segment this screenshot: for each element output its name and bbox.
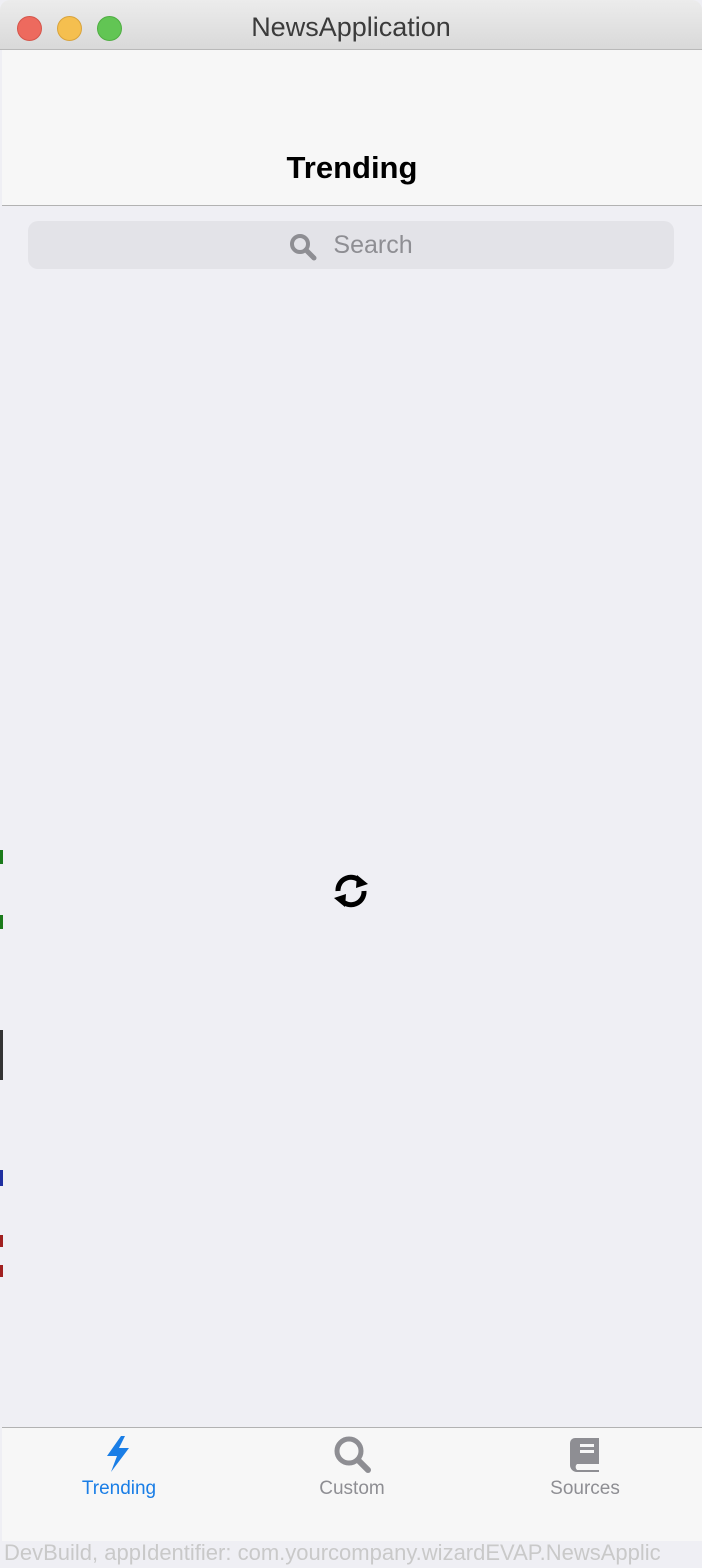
window-titlebar[interactable]: NewsApplication: [0, 0, 702, 50]
app-window: NewsApplication Trending Search Trending: [0, 0, 702, 1568]
edge-artifact: [0, 1265, 3, 1277]
search-icon: [334, 1436, 371, 1473]
tab-bar: Trending Custom Sources: [2, 1427, 702, 1541]
book-icon: [570, 1438, 599, 1472]
window-title: NewsApplication: [251, 12, 451, 42]
edge-artifact: [0, 915, 3, 929]
devbuild-watermark: DevBuild, appIdentifier: com.yourcompany…: [4, 1540, 661, 1565]
tab-label-trending: Trending: [81, 1478, 157, 1499]
edge-artifact: [0, 850, 3, 864]
tab-label-custom: Custom: [319, 1478, 385, 1499]
tab-label-sources: Sources: [550, 1478, 620, 1499]
tab-trending[interactable]: Trending: [39, 1434, 199, 1500]
edge-artifact: [0, 1235, 3, 1247]
tab-custom[interactable]: Custom: [272, 1434, 432, 1500]
search-field[interactable]: Search: [28, 221, 674, 269]
search-icon: [290, 234, 317, 261]
page-title: Trending: [286, 150, 418, 185]
edge-artifact: [0, 1170, 3, 1186]
edge-artifact: [0, 1030, 3, 1080]
tab-sources[interactable]: Sources: [505, 1434, 665, 1500]
navigation-bar: Trending: [2, 50, 702, 206]
search-placeholder: Search: [333, 230, 413, 259]
bolt-icon: [107, 1436, 129, 1472]
refresh-spinner-icon: [334, 874, 368, 908]
